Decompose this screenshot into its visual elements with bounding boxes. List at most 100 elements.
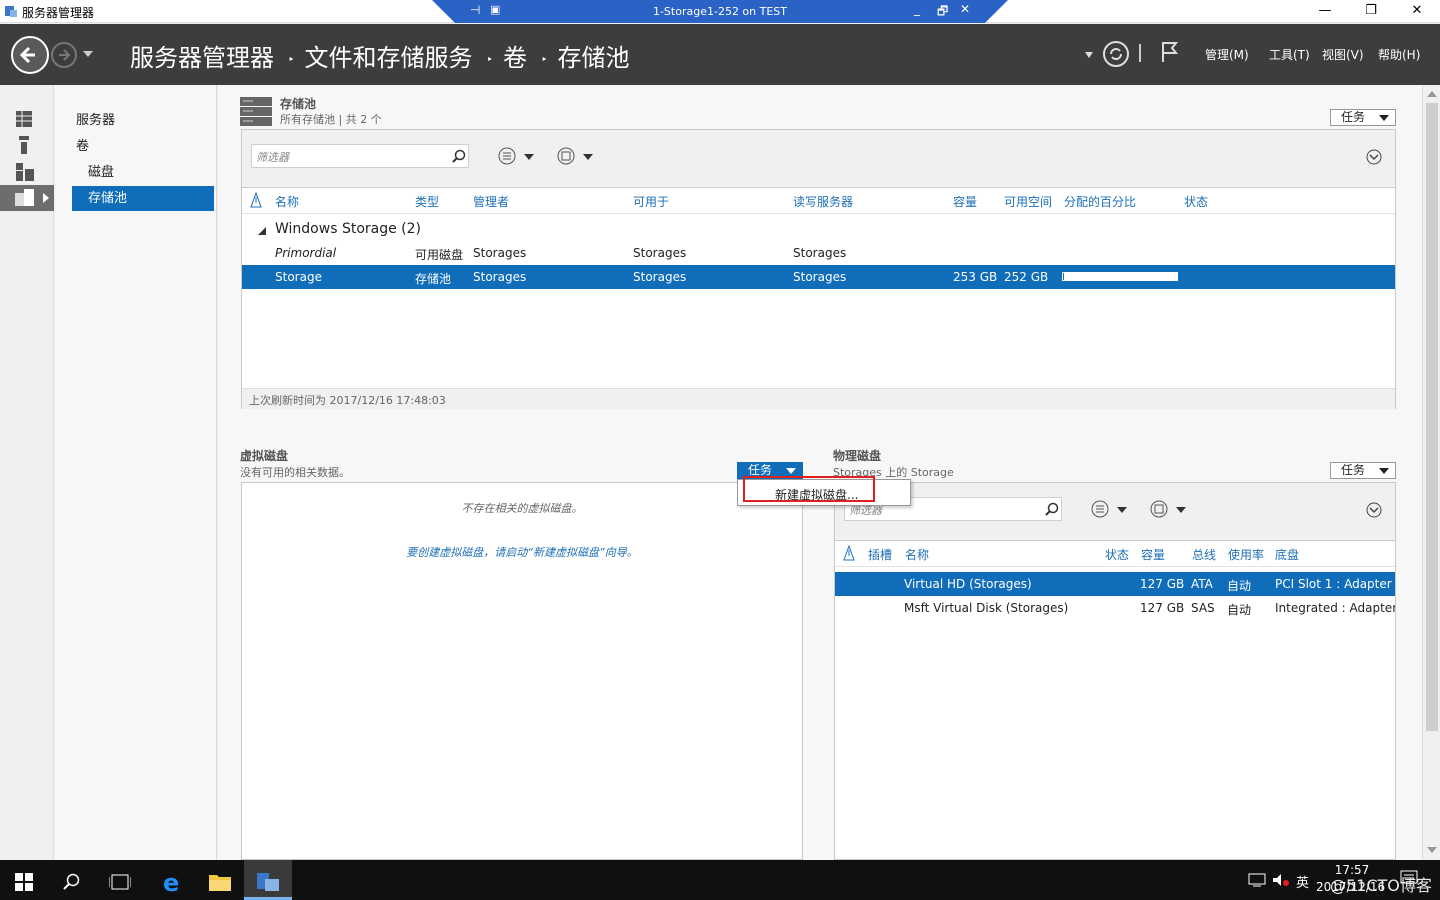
main-content: 存储池 所有存储池 | 共 2 个 任务 筛选器 名称 类型 管理者 可用于 读… (218, 85, 1422, 860)
menu-view[interactable]: 视图(V) (1322, 46, 1364, 63)
history-dropdown-icon[interactable] (83, 51, 93, 57)
refresh-icon[interactable] (1102, 40, 1130, 68)
cell-rw-server: Storages (793, 270, 847, 284)
col-chassis[interactable]: 底盘 (1275, 546, 1299, 563)
vertical-scrollbar[interactable] (1422, 85, 1440, 860)
menu-manage[interactable]: 管理(M) (1205, 46, 1249, 63)
col-rw-server[interactable]: 读写服务器 (793, 193, 853, 210)
nav-item-storage-pools[interactable]: 存储池 (72, 186, 214, 211)
highlight-box (743, 476, 875, 502)
pdisk-section-title: 物理磁盘 (833, 449, 882, 463)
menu-tools[interactable]: 工具(T) (1269, 46, 1310, 63)
col-type[interactable]: 类型 (415, 193, 439, 210)
start-button[interactable] (0, 860, 48, 900)
cell-available: Storages (633, 270, 687, 284)
all-servers-nav[interactable] (0, 159, 54, 185)
col-available[interactable]: 可用于 (633, 193, 669, 210)
forward-button[interactable] (51, 42, 77, 68)
table-row[interactable]: Msft Virtual Disk (Storages) 127 GB SAS … (835, 596, 1395, 620)
network-icon[interactable] (1248, 873, 1266, 887)
breadcrumb-item[interactable]: 服务器管理器 (130, 44, 274, 72)
cell-type: 存储池 (415, 272, 452, 286)
pools-group-header[interactable]: Windows Storage (2) (275, 221, 421, 237)
dropdown-icon[interactable] (1085, 52, 1093, 58)
back-button[interactable] (11, 36, 49, 74)
pools-filter-input[interactable]: 筛选器 (251, 144, 469, 168)
collapse-icon[interactable] (1366, 502, 1382, 518)
cell-name: Msft Virtual Disk (Storages) (904, 601, 1069, 615)
col-status[interactable]: 状态 (1184, 193, 1208, 210)
restore-button[interactable]: ❐ (1348, 0, 1394, 23)
rdp-restore-button[interactable]: 🗗 (937, 2, 948, 23)
col-capacity[interactable]: 容量 (1141, 546, 1165, 563)
minimize-button[interactable]: — (1302, 0, 1348, 23)
scrollbar-thumb[interactable] (1426, 103, 1438, 731)
pdisk-panel: 筛选器 插槽 名称 状态 容量 总线 使用率 底盘 Virtual HD (St… (834, 482, 1396, 860)
warning-icon (843, 545, 855, 561)
search-icon[interactable] (1045, 502, 1059, 516)
ime-indicator[interactable]: 英 (1296, 872, 1309, 891)
table-row-selected[interactable]: Virtual HD (Storages) 127 GB ATA 自动 PCI … (835, 572, 1395, 596)
rdp-minimize-button[interactable]: _ (914, 2, 920, 16)
breadcrumb-separator: ‣ (541, 52, 548, 66)
cell-free: 252 GB (1004, 270, 1049, 284)
internet-explorer-icon: e (163, 869, 179, 897)
server-manager-taskbar-button[interactable] (244, 860, 292, 900)
nav-item-disks[interactable]: 磁盘 (72, 160, 214, 185)
table-row[interactable]: Primordial 可用磁盘 Storages Storages Storag… (242, 242, 1395, 266)
list-options-icon[interactable] (498, 147, 538, 165)
search-icon (63, 873, 80, 890)
close-button[interactable]: ✕ (1394, 0, 1440, 23)
file-storage-nav[interactable] (0, 185, 54, 211)
scroll-down-icon[interactable] (1427, 847, 1437, 853)
col-bus[interactable]: 总线 (1192, 546, 1216, 563)
file-explorer-button[interactable] (196, 860, 244, 900)
rdp-connection-bar: ⊣ ▣ 1-Storage1-252 on TEST _ 🗗 ✕ (432, 0, 1008, 23)
pools-tasks-button[interactable]: 任务 (1330, 109, 1396, 126)
internet-explorer-button[interactable]: e (148, 860, 196, 900)
breadcrumb-item[interactable]: 文件和存储服务 (305, 44, 473, 72)
volume-muted-icon[interactable] (1272, 873, 1290, 887)
search-button[interactable] (48, 860, 96, 900)
collapse-icon[interactable] (1366, 149, 1382, 165)
cell-usage: 自动 (1227, 603, 1252, 617)
task-view-button[interactable] (96, 860, 144, 900)
header-bar: 服务器管理器 ‣ 文件和存储服务 ‣ 卷 ‣ 存储池 管理(M) 工具(T) 视图(V) 帮… (0, 24, 1440, 85)
notifications-flag-icon[interactable] (1160, 40, 1180, 64)
save-query-icon[interactable] (1150, 500, 1190, 518)
rdp-close-button[interactable]: ✕ (960, 2, 970, 16)
col-usage[interactable]: 使用率 (1228, 546, 1264, 563)
cell-bus: ATA (1191, 577, 1213, 591)
col-name[interactable]: 名称 (905, 546, 929, 563)
storage-pool-icon (240, 97, 272, 126)
group-collapse-icon[interactable] (258, 227, 266, 235)
nav-item-volumes[interactable]: 卷 (72, 134, 214, 159)
col-status[interactable]: 状态 (1105, 546, 1129, 563)
breadcrumb-item[interactable]: 卷 (503, 44, 527, 72)
list-options-icon[interactable] (1091, 500, 1131, 518)
col-manager[interactable]: 管理者 (473, 193, 509, 210)
col-slot[interactable]: 插槽 (868, 546, 892, 563)
local-server-nav[interactable] (0, 133, 54, 159)
cell-name: Virtual HD (Storages) (904, 577, 1032, 591)
cell-manager: Storages (473, 270, 527, 284)
notifications-icon[interactable] (1400, 870, 1418, 886)
col-capacity[interactable]: 容量 (953, 193, 977, 210)
save-query-icon[interactable] (557, 147, 597, 165)
col-free-space[interactable]: 可用空间 (1004, 193, 1052, 210)
nav-item-servers[interactable]: 服务器 (72, 108, 214, 133)
new-vdisk-wizard-link[interactable]: 要创建虚拟磁盘，请启动“新建虚拟磁盘”向导。 (242, 544, 802, 560)
windows-taskbar: e 英 17:57 2017/12/16 @51CTO博客 (0, 860, 1440, 900)
expand-arrow-icon (43, 193, 49, 203)
breadcrumb-item: 存储池 (557, 44, 630, 72)
server-manager-icon (257, 872, 279, 891)
vdisk-empty-text: 不存在相关的虚拟磁盘。 (461, 502, 583, 515)
pdisk-tasks-button[interactable]: 任务 (1330, 462, 1396, 479)
menu-help[interactable]: 帮助(H) (1378, 46, 1420, 63)
col-name[interactable]: 名称 (275, 193, 299, 210)
dashboard-nav[interactable] (0, 107, 54, 133)
scroll-up-icon[interactable] (1427, 91, 1437, 97)
table-row-selected[interactable]: Storage 存储池 Storages Storages Storages 2… (242, 265, 1395, 289)
col-allocated-percent[interactable]: 分配的百分比 (1064, 193, 1136, 210)
search-icon[interactable] (452, 149, 466, 163)
